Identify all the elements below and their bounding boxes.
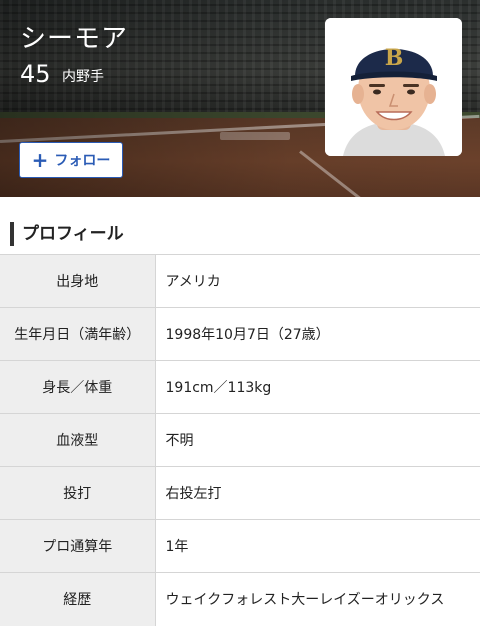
player-photo: B [325,18,462,156]
profile-section-title: プロフィール [10,222,124,246]
profile-label: 投打 [0,466,156,520]
player-header: シーモア 45 内野手 + フォロー B [0,0,480,197]
profile-value: ウェイクフォレスト大ーレイズーオリックス [155,572,480,626]
profile-row-throws-bats: 投打 右投左打 [0,466,480,520]
profile-table: 出身地 アメリカ 生年月日（満年齢） 1998年10月7日（27歳） 身長／体重… [0,254,480,626]
profile-label: 出身地 [0,254,156,308]
svg-text:B: B [385,45,404,71]
profile-label: 身長／体重 [0,360,156,414]
profile-value: 1998年10月7日（27歳） [155,307,480,361]
profile-label: 生年月日（満年齢） [0,307,156,361]
profile-value: 右投左打 [155,466,480,520]
profile-value: 1年 [155,519,480,573]
profile-row-birthdate: 生年月日（満年齢） 1998年10月7日（27歳） [0,307,480,361]
profile-label: 血液型 [0,413,156,467]
follow-button[interactable]: + フォロー [19,142,123,178]
profile-value: アメリカ [155,254,480,308]
player-position: 内野手 [62,69,104,85]
profile-value: 不明 [155,413,480,467]
profile-row-career: 経歴 ウェイクフォレスト大ーレイズーオリックス [0,572,480,626]
player-number: 45 [20,60,51,88]
follow-button-label: フォロー [54,153,111,169]
profile-row-blood-type: 血液型 不明 [0,413,480,467]
profile-row-pro-years: プロ通算年 1年 [0,519,480,573]
plus-icon: + [31,148,49,172]
profile-row-birthplace: 出身地 アメリカ [0,254,480,308]
player-photo-illustration: B [325,18,462,156]
profile-value: 191cm／113kg [155,360,480,414]
profile-label: プロ通算年 [0,519,156,573]
profile-label: 経歴 [0,572,156,626]
player-name: シーモア [20,24,129,54]
profile-row-height-weight: 身長／体重 191cm／113kg [0,360,480,414]
